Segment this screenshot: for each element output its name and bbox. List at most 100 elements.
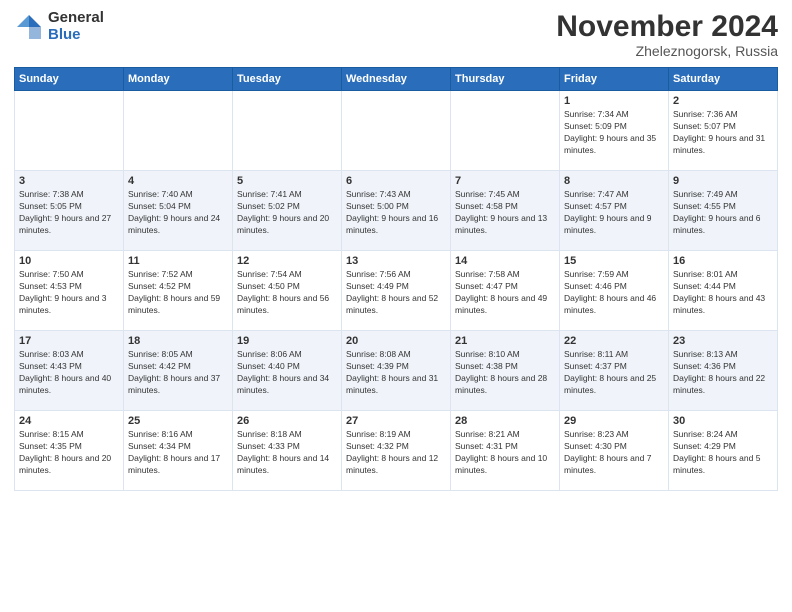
day-info: Sunrise: 7:38 AM Sunset: 5:05 PM Dayligh… bbox=[19, 189, 119, 237]
col-wednesday: Wednesday bbox=[342, 68, 451, 91]
day-number: 9 bbox=[673, 175, 773, 187]
day-number: 24 bbox=[19, 415, 119, 427]
day-number: 2 bbox=[673, 95, 773, 107]
day-info: Sunrise: 8:19 AM Sunset: 4:32 PM Dayligh… bbox=[346, 429, 446, 477]
table-row: 26 Sunrise: 8:18 AM Sunset: 4:33 PM Dayli… bbox=[233, 411, 342, 491]
table-row: 16Sunrise: 8:01 AM Sunset: 4:44 PM Dayli… bbox=[669, 251, 778, 331]
table-row: 17Sunrise: 8:03 AM Sunset: 4:43 PM Dayli… bbox=[15, 331, 124, 411]
table-row: 10 Sunrise: 7:50 AM Sunset: 4:53 PM Dayli… bbox=[15, 251, 124, 331]
location: Zheleznogorsk, Russia bbox=[556, 43, 778, 59]
day-info: Sunrise: 8:24 AM Sunset: 4:29 PM Dayligh… bbox=[673, 429, 773, 477]
day-info: Sunrise: 7:34 AM Sunset: 5:09 PM Dayligh… bbox=[564, 109, 664, 157]
month-title: November 2024 bbox=[556, 10, 778, 43]
calendar-week-4: 17Sunrise: 8:03 AM Sunset: 4:43 PM Dayli… bbox=[15, 331, 778, 411]
day-info: Sunrise: 7:41 AM Sunset: 5:02 PM Dayligh… bbox=[237, 189, 337, 237]
day-number: 17 bbox=[19, 335, 119, 347]
day-number: 14 bbox=[455, 255, 555, 267]
day-info: Sunrise: 8:08 AM Sunset: 4:39 PM Dayligh… bbox=[346, 349, 446, 397]
table-row: 19Sunrise: 8:06 AM Sunset: 4:40 PM Dayli… bbox=[233, 331, 342, 411]
col-saturday: Saturday bbox=[669, 68, 778, 91]
col-thursday: Thursday bbox=[451, 68, 560, 91]
table-row: 22 Sunrise: 8:11 AM Sunset: 4:37 PM Dayli… bbox=[560, 331, 669, 411]
table-row: 12 Sunrise: 7:54 AM Sunset: 4:50 PM Dayli… bbox=[233, 251, 342, 331]
col-sunday: Sunday bbox=[15, 68, 124, 91]
day-info: Sunrise: 8:11 AM Sunset: 4:37 PM Dayligh… bbox=[564, 349, 664, 397]
day-info: Sunrise: 8:16 AM Sunset: 4:34 PM Dayligh… bbox=[128, 429, 228, 477]
day-number: 21 bbox=[455, 335, 555, 347]
day-number: 6 bbox=[346, 175, 446, 187]
table-row: 2Sunrise: 7:36 AM Sunset: 5:07 PM Daylig… bbox=[669, 91, 778, 171]
table-row: 4Sunrise: 7:40 AM Sunset: 5:04 PM Daylig… bbox=[124, 171, 233, 251]
day-info: Sunrise: 7:56 AM Sunset: 4:49 PM Dayligh… bbox=[346, 269, 446, 317]
day-number: 27 bbox=[346, 415, 446, 427]
col-monday: Monday bbox=[124, 68, 233, 91]
day-info: Sunrise: 7:40 AM Sunset: 5:04 PM Dayligh… bbox=[128, 189, 228, 237]
day-number: 30 bbox=[673, 415, 773, 427]
table-row: 13Sunrise: 7:56 AM Sunset: 4:49 PM Dayli… bbox=[342, 251, 451, 331]
day-info: Sunrise: 8:05 AM Sunset: 4:42 PM Dayligh… bbox=[128, 349, 228, 397]
day-number: 3 bbox=[19, 175, 119, 187]
day-info: Sunrise: 8:01 AM Sunset: 4:44 PM Dayligh… bbox=[673, 269, 773, 317]
day-number: 11 bbox=[128, 255, 228, 267]
col-tuesday: Tuesday bbox=[233, 68, 342, 91]
day-number: 20 bbox=[346, 335, 446, 347]
table-row bbox=[124, 91, 233, 171]
calendar-table: Sunday Monday Tuesday Wednesday Thursday… bbox=[14, 67, 778, 491]
day-number: 28 bbox=[455, 415, 555, 427]
day-info: Sunrise: 7:45 AM Sunset: 4:58 PM Dayligh… bbox=[455, 189, 555, 237]
logo-general-text: General bbox=[48, 10, 104, 27]
day-info: Sunrise: 7:59 AM Sunset: 4:46 PM Dayligh… bbox=[564, 269, 664, 317]
table-row bbox=[15, 91, 124, 171]
day-number: 18 bbox=[128, 335, 228, 347]
day-info: Sunrise: 7:58 AM Sunset: 4:47 PM Dayligh… bbox=[455, 269, 555, 317]
day-number: 1 bbox=[564, 95, 664, 107]
day-number: 8 bbox=[564, 175, 664, 187]
day-info: Sunrise: 7:50 AM Sunset: 4:53 PM Dayligh… bbox=[19, 269, 119, 317]
day-number: 25 bbox=[128, 415, 228, 427]
table-row: 3 Sunrise: 7:38 AM Sunset: 5:05 PM Daylig… bbox=[15, 171, 124, 251]
table-row: 20 Sunrise: 8:08 AM Sunset: 4:39 PM Dayli… bbox=[342, 331, 451, 411]
table-row: 24Sunrise: 8:15 AM Sunset: 4:35 PM Dayli… bbox=[15, 411, 124, 491]
day-info: Sunrise: 7:54 AM Sunset: 4:50 PM Dayligh… bbox=[237, 269, 337, 317]
day-number: 15 bbox=[564, 255, 664, 267]
table-row: 14 Sunrise: 7:58 AM Sunset: 4:47 PM Dayli… bbox=[451, 251, 560, 331]
header: General Blue November 2024 Zheleznogorsk… bbox=[14, 10, 778, 59]
day-info: Sunrise: 8:10 AM Sunset: 4:38 PM Dayligh… bbox=[455, 349, 555, 397]
table-row: 5 Sunrise: 7:41 AM Sunset: 5:02 PM Daylig… bbox=[233, 171, 342, 251]
table-row: 6Sunrise: 7:43 AM Sunset: 5:00 PM Daylig… bbox=[342, 171, 451, 251]
day-info: Sunrise: 7:47 AM Sunset: 4:57 PM Dayligh… bbox=[564, 189, 664, 237]
day-number: 26 bbox=[237, 415, 337, 427]
day-info: Sunrise: 8:18 AM Sunset: 4:33 PM Dayligh… bbox=[237, 429, 337, 477]
day-number: 23 bbox=[673, 335, 773, 347]
table-row: 7 Sunrise: 7:45 AM Sunset: 4:58 PM Daylig… bbox=[451, 171, 560, 251]
day-number: 5 bbox=[237, 175, 337, 187]
day-info: Sunrise: 8:21 AM Sunset: 4:31 PM Dayligh… bbox=[455, 429, 555, 477]
day-info: Sunrise: 7:49 AM Sunset: 4:55 PM Dayligh… bbox=[673, 189, 773, 237]
table-row: 28 Sunrise: 8:21 AM Sunset: 4:31 PM Dayli… bbox=[451, 411, 560, 491]
table-row: 23 Sunrise: 8:13 AM Sunset: 4:36 PM Dayli… bbox=[669, 331, 778, 411]
table-row: 15 Sunrise: 7:59 AM Sunset: 4:46 PM Dayli… bbox=[560, 251, 669, 331]
day-number: 22 bbox=[564, 335, 664, 347]
logo-blue-text: Blue bbox=[48, 27, 104, 44]
table-row bbox=[342, 91, 451, 171]
table-row: 29Sunrise: 8:23 AM Sunset: 4:30 PM Dayli… bbox=[560, 411, 669, 491]
table-row bbox=[451, 91, 560, 171]
logo-icon bbox=[14, 12, 44, 42]
table-row: 8 Sunrise: 7:47 AM Sunset: 4:57 PM Daylig… bbox=[560, 171, 669, 251]
table-row: 1 Sunrise: 7:34 AM Sunset: 5:09 PM Daylig… bbox=[560, 91, 669, 171]
logo-text: General Blue bbox=[48, 10, 104, 43]
day-info: Sunrise: 8:23 AM Sunset: 4:30 PM Dayligh… bbox=[564, 429, 664, 477]
logo: General Blue bbox=[14, 10, 104, 43]
table-row: 11 Sunrise: 7:52 AM Sunset: 4:52 PM Dayli… bbox=[124, 251, 233, 331]
day-info: Sunrise: 7:52 AM Sunset: 4:52 PM Dayligh… bbox=[128, 269, 228, 317]
day-info: Sunrise: 8:06 AM Sunset: 4:40 PM Dayligh… bbox=[237, 349, 337, 397]
day-number: 7 bbox=[455, 175, 555, 187]
day-number: 10 bbox=[19, 255, 119, 267]
day-number: 12 bbox=[237, 255, 337, 267]
title-block: November 2024 Zheleznogorsk, Russia bbox=[556, 10, 778, 59]
table-row: 18 Sunrise: 8:05 AM Sunset: 4:42 PM Dayli… bbox=[124, 331, 233, 411]
calendar-header-row: Sunday Monday Tuesday Wednesday Thursday… bbox=[15, 68, 778, 91]
page: General Blue November 2024 Zheleznogorsk… bbox=[0, 0, 792, 612]
day-info: Sunrise: 8:13 AM Sunset: 4:36 PM Dayligh… bbox=[673, 349, 773, 397]
col-friday: Friday bbox=[560, 68, 669, 91]
